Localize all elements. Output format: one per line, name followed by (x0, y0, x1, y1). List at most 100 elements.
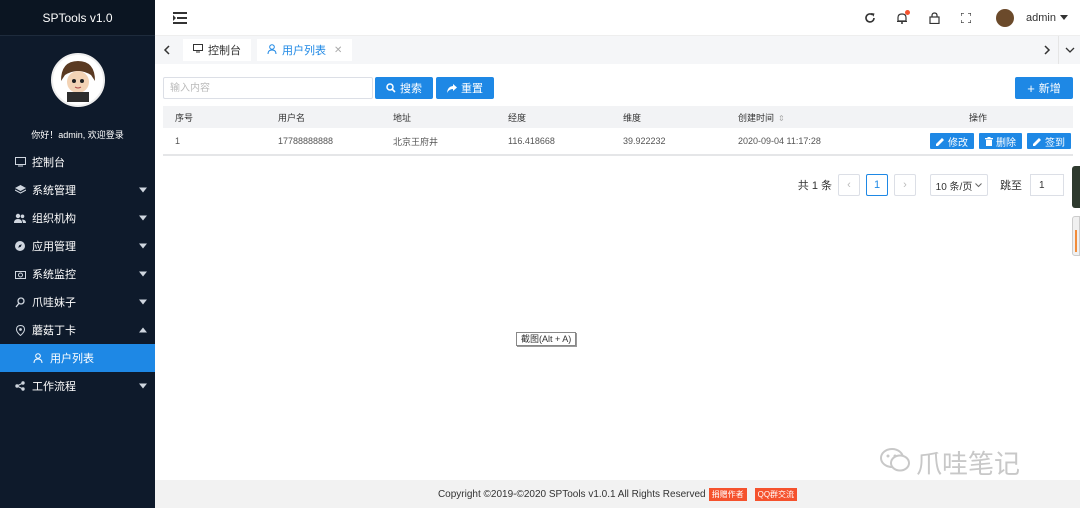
tab-dashboard[interactable]: 控制台 (183, 39, 251, 61)
chevron-down-icon (139, 243, 147, 249)
avatar[interactable] (50, 53, 105, 107)
greeting-text: 你好！admin, 欢迎登录 (31, 130, 124, 140)
trash-icon (985, 136, 993, 146)
cell-address: 北京王府井 (393, 136, 439, 147)
header-actions: admin (854, 0, 1080, 36)
chevron-right-icon[interactable] (1036, 36, 1058, 64)
sidebar-item-label: 组织机构 (32, 213, 76, 225)
cell-actions: 修改 删除 签到 (883, 133, 1073, 149)
notification-bell-icon[interactable] (886, 0, 918, 36)
pager-page-current[interactable]: 1 (866, 174, 888, 196)
search-input[interactable] (163, 77, 373, 99)
col-header-longitude: 经度 (508, 112, 527, 123)
add-button-label: 新增 (1038, 83, 1061, 95)
tab-label: 用户列表 (282, 45, 326, 57)
cell-created: 2020-09-04 11:17:28 (738, 136, 821, 146)
monitor-icon (193, 44, 203, 56)
avatar-area (0, 36, 155, 124)
user-avatar[interactable] (996, 8, 1015, 27)
sidebar-item-dashboard[interactable]: 控制台 (0, 148, 155, 176)
signin-button[interactable]: 签到 (1027, 133, 1071, 149)
chevron-down-icon (139, 271, 147, 277)
col-header-created[interactable]: 创建时间 ⇕ (738, 111, 883, 124)
footer: Copyright ©2019-©2020 SPTools v1.0.1 All… (155, 480, 1080, 508)
sidebar-item-apps[interactable]: 应用管理 (0, 232, 155, 260)
sidebar-item-user-list[interactable]: 用户列表 (0, 344, 155, 372)
chevron-down-icon[interactable] (1060, 15, 1068, 20)
edit-button[interactable]: 修改 (930, 133, 974, 149)
female-icon (14, 296, 26, 308)
tab-user-list[interactable]: 用户列表 ✕ (257, 39, 353, 61)
delete-button-label: 删除 (996, 137, 1016, 149)
chevron-down-icon (139, 187, 147, 193)
delete-button[interactable]: 删除 (979, 133, 1022, 149)
sidebar-item-workflow[interactable]: 工作流程 (0, 372, 155, 400)
user-icon (267, 43, 277, 57)
sidebar-item-system[interactable]: 系统管理 (0, 176, 155, 204)
edit-button-label: 修改 (948, 137, 968, 149)
share-icon (14, 380, 26, 392)
user-icon (32, 352, 44, 364)
signin-button-label: 签到 (1045, 137, 1065, 149)
col-header-index: 序号 (175, 112, 194, 123)
chevron-left-icon[interactable] (155, 36, 177, 64)
watermark: 爪哇笔记 (880, 444, 1020, 481)
chevron-down-icon (139, 299, 147, 305)
close-icon[interactable]: ✕ (334, 45, 342, 56)
top-header: admin (155, 0, 1080, 36)
cell-index: 1 (175, 136, 181, 146)
chevron-down-icon[interactable] (1058, 36, 1080, 64)
search-button-label: 搜索 (400, 83, 422, 95)
user-name[interactable]: admin (1026, 12, 1056, 24)
search-icon (386, 83, 396, 93)
refresh-icon[interactable] (854, 0, 886, 36)
chevron-down-icon (139, 215, 147, 221)
add-button[interactable]: + 新增 (1015, 77, 1073, 99)
lock-icon[interactable] (918, 0, 950, 36)
col-header-created-label: 创建时间 (738, 112, 775, 123)
chevron-up-icon (139, 327, 147, 333)
plus-icon: + (1027, 80, 1035, 96)
camera-icon (14, 268, 26, 280)
compass-icon (14, 240, 26, 252)
pencil-icon (936, 137, 944, 146)
pager-prev-button[interactable]: ‹ (838, 174, 860, 196)
col-header-address: 地址 (393, 112, 412, 123)
toolbar: 搜索 重置 + 新增 (163, 77, 1073, 99)
col-header-actions: 操作 (968, 112, 987, 123)
menu-toggle-icon[interactable] (173, 11, 187, 24)
sidebar-item-mogu[interactable]: 蘑菇丁卡 (0, 316, 155, 344)
qq-group-badge[interactable]: QQ群交流 (754, 487, 798, 501)
table-row: 1 17788888888 北京王府井 116.418668 39.922232… (163, 128, 1073, 156)
reset-button[interactable]: 重置 (436, 77, 494, 99)
donate-badge[interactable]: 捐赠作者 (708, 487, 747, 501)
col-header-latitude: 维度 (623, 112, 642, 123)
search-button[interactable]: 搜索 (375, 77, 433, 99)
chevron-down-icon (139, 383, 147, 389)
pager-total: 共 1 条 (797, 180, 832, 192)
location-icon (14, 324, 26, 336)
avatar-image (53, 56, 102, 104)
tabs-controls (1036, 36, 1080, 64)
fullscreen-icon[interactable] (950, 0, 982, 36)
sidebar-item-label: 用户列表 (50, 353, 94, 365)
pager-size-label: 10 条/页 (935, 181, 973, 193)
cell-latitude: 39.922232 (623, 136, 666, 146)
chevron-down-icon (975, 182, 983, 187)
side-widget-top[interactable] (1072, 166, 1080, 208)
watermark-text: 爪哇笔记 (916, 450, 1021, 480)
sidebar-item-java-girl[interactable]: 爪哇妹子 (0, 288, 155, 316)
cell-longitude: 116.418668 (508, 136, 555, 146)
sidebar-item-monitor[interactable]: 系统监控 (0, 260, 155, 288)
sidebar-item-organization[interactable]: 组织机构 (0, 204, 155, 232)
main-content: 搜索 重置 + 新增 序号 用户名 地址 经度 维度 创建时间⇕ 操作 1 17… (155, 64, 1080, 480)
pager-size-select[interactable]: 10 条/页 (930, 174, 988, 196)
side-widget-bottom[interactable] (1072, 216, 1080, 256)
pager-next-button[interactable]: › (894, 174, 916, 196)
users-icon (14, 212, 26, 224)
pencil-icon (1033, 137, 1041, 146)
sort-icon[interactable]: ⇕ (778, 114, 785, 123)
pager-jump-input[interactable]: 1 (1030, 174, 1064, 196)
sidebar-menu: 控制台 系统管理 组织机构 应用管理 系统监控 爪哇妹子 蘑菇丁卡 用户列表 工… (0, 148, 155, 400)
share-arrow-icon (447, 83, 457, 93)
